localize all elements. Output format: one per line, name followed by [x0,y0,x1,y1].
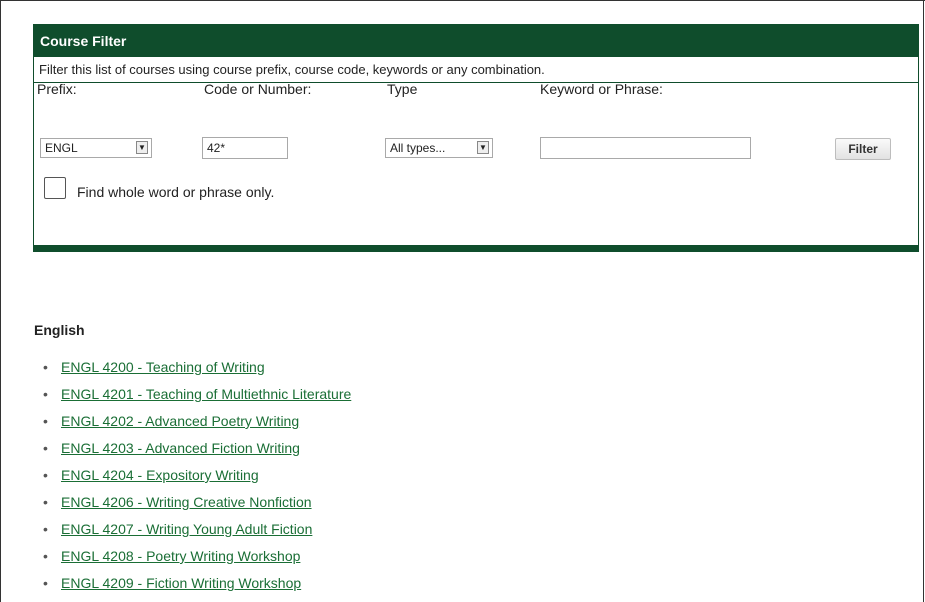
keyword-label: Keyword or Phrase: [540,81,663,97]
bullet-icon: • [43,467,48,483]
list-item: • ENGL 4200 - Teaching of Writing [33,354,351,381]
list-item: • ENGL 4208 - Poetry Writing Workshop [33,543,351,570]
course-link[interactable]: ENGL 4204 - Expository Writing [61,467,259,483]
course-list: • ENGL 4200 - Teaching of Writing • ENGL… [33,354,351,597]
window-border-left [0,0,1,602]
course-link[interactable]: ENGL 4206 - Writing Creative Nonfiction [61,494,312,510]
list-item: • ENGL 4203 - Advanced Fiction Writing [33,435,351,462]
course-link[interactable]: ENGL 4207 - Writing Young Adult Fiction [61,521,312,537]
course-link[interactable]: ENGL 4201 - Teaching of Multiethnic Lite… [61,386,351,402]
bullet-icon: • [43,494,48,510]
bullet-icon: • [43,521,48,537]
filter-button[interactable]: Filter [835,138,891,160]
chevron-down-icon: ▼ [477,141,489,154]
list-item: • ENGL 4204 - Expository Writing [33,462,351,489]
bullet-icon: • [43,575,48,591]
course-link[interactable]: ENGL 4208 - Poetry Writing Workshop [61,548,300,564]
window-border-top [0,0,925,1]
list-item: • ENGL 4202 - Advanced Poetry Writing [33,408,351,435]
bullet-icon: • [43,386,48,402]
course-filter-description: Filter this list of courses using course… [34,57,918,83]
course-link[interactable]: ENGL 4209 - Fiction Writing Workshop [61,575,301,591]
type-select[interactable]: All types... ▼ [385,138,493,158]
course-link[interactable]: ENGL 4202 - Advanced Poetry Writing [61,413,299,429]
course-filter-bottom-bar [34,245,918,251]
code-input-value: 42* [207,141,226,155]
whole-word-checkbox[interactable] [44,177,66,199]
course-link[interactable]: ENGL 4200 - Teaching of Writing [61,359,265,375]
code-input[interactable]: 42* [202,137,288,159]
list-item: • ENGL 4207 - Writing Young Adult Fictio… [33,516,351,543]
whole-word-label: Find whole word or phrase only. [77,184,275,200]
prefix-select[interactable]: ENGL ▼ [40,138,152,158]
course-filter-title: Course Filter [34,25,918,57]
prefix-select-value: ENGL [45,141,78,155]
course-section-heading: English [34,322,85,338]
prefix-label: Prefix: [37,81,77,97]
bullet-icon: • [43,440,48,456]
type-label: Type [387,81,418,97]
chevron-down-icon: ▼ [136,141,148,154]
list-item: • ENGL 4209 - Fiction Writing Workshop [33,570,351,597]
list-item: • ENGL 4201 - Teaching of Multiethnic Li… [33,381,351,408]
keyword-input[interactable] [540,137,751,159]
course-link[interactable]: ENGL 4203 - Advanced Fiction Writing [61,440,300,456]
type-select-value: All types... [390,141,446,155]
code-label: Code or Number: [204,81,312,97]
bullet-icon: • [43,548,48,564]
list-item: • ENGL 4206 - Writing Creative Nonfictio… [33,489,351,516]
window-border-right [923,0,924,602]
bullet-icon: • [43,359,48,375]
bullet-icon: • [43,413,48,429]
